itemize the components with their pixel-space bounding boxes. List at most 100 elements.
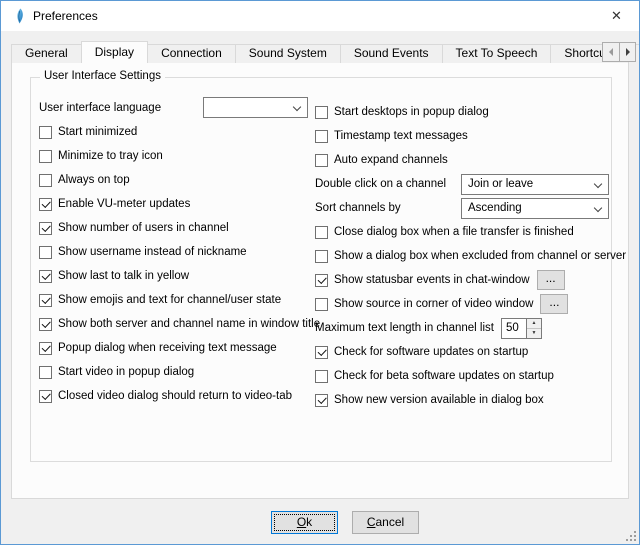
checkbox-closed-video-return[interactable] [39, 390, 52, 403]
row-show-user-count[interactable]: Show number of users in channel [39, 216, 313, 240]
checkbox-show-user-count[interactable] [39, 222, 52, 235]
max-text-length-value[interactable]: 50 [501, 318, 527, 339]
sort-channels-value: Ascending [468, 202, 522, 214]
checkbox-label: Always on top [58, 174, 130, 186]
ok-button-label: Ok [272, 512, 337, 533]
row-username-instead-nickname[interactable]: Show username instead of nickname [39, 240, 313, 264]
checkbox-label: Show both server and channel name in win… [58, 318, 320, 330]
checkbox-label: Show number of users in channel [58, 222, 229, 234]
checkbox-auto-expand[interactable] [315, 154, 328, 167]
row-check-updates[interactable]: Check for software updates on startup [315, 340, 609, 364]
tab-connection[interactable]: Connection [147, 44, 236, 63]
row-server-channel-title[interactable]: Show both server and channel name in win… [39, 312, 313, 336]
row-emojis-text-state[interactable]: Show emojis and text for channel/user st… [39, 288, 313, 312]
language-select[interactable] [203, 97, 308, 118]
statusbar-events-options-button[interactable]: ... [537, 270, 565, 290]
checkbox-excluded-dialog[interactable] [315, 250, 328, 263]
tab-general[interactable]: General [11, 44, 82, 63]
checkbox-close-on-transfer[interactable] [315, 226, 328, 239]
sort-channels-select[interactable]: Ascending [461, 198, 609, 219]
checkbox-label: Show source in corner of video window [334, 298, 533, 310]
max-text-length-label: Maximum text length in channel list [315, 322, 494, 334]
titlebar[interactable]: Preferences ✕ [1, 1, 639, 31]
resize-grip[interactable] [624, 529, 637, 542]
cancel-button[interactable]: Cancel [352, 511, 419, 534]
checkbox-always-on-top[interactable] [39, 174, 52, 187]
checkbox-vu-meter[interactable] [39, 198, 52, 211]
checkbox-timestamp-messages[interactable] [315, 130, 328, 143]
chevron-down-icon [594, 179, 602, 187]
double-click-select[interactable]: Join or leave [461, 174, 609, 195]
row-close-on-transfer[interactable]: Close dialog box when a file transfer is… [315, 220, 609, 244]
checkbox-start-minimized[interactable] [39, 126, 52, 139]
checkbox-label: Check for beta software updates on start… [334, 370, 554, 382]
video-source-options-button[interactable]: ... [540, 294, 568, 314]
checkbox-label: Start minimized [58, 126, 137, 138]
checkbox-video-popup[interactable] [39, 366, 52, 379]
user-interface-settings-group: User Interface Settings User interface l… [30, 77, 612, 462]
checkbox-video-source-corner[interactable] [315, 298, 328, 311]
checkbox-minimize-to-tray[interactable] [39, 150, 52, 163]
spin-buttons: ▲ ▼ [527, 318, 542, 339]
row-new-version-dialog[interactable]: Show new version available in dialog box [315, 388, 609, 412]
window-title: Preferences [33, 9, 98, 23]
row-closed-video-return[interactable]: Closed video dialog should return to vid… [39, 384, 313, 408]
checkbox-check-updates[interactable] [315, 346, 328, 359]
max-text-length-row: Maximum text length in channel list 50 ▲… [315, 316, 609, 340]
tab-sound-events[interactable]: Sound Events [340, 44, 443, 63]
sort-channels-row: Sort channels by Ascending [315, 196, 609, 220]
checkbox-server-channel-title[interactable] [39, 318, 52, 331]
tab-scroll-right-button[interactable] [619, 43, 635, 61]
checkbox-label: Enable VU-meter updates [58, 198, 190, 210]
row-always-on-top[interactable]: Always on top [39, 168, 313, 192]
close-button[interactable]: ✕ [594, 1, 639, 31]
checkbox-check-beta-updates[interactable] [315, 370, 328, 383]
double-click-value: Join or leave [468, 178, 533, 190]
row-popup-text-message[interactable]: Popup dialog when receiving text message [39, 336, 313, 360]
chevron-down-icon [594, 203, 602, 211]
double-click-row: Double click on a channel Join or leave [315, 172, 609, 196]
row-check-beta-updates[interactable]: Check for beta software updates on start… [315, 364, 609, 388]
arrow-left-icon [609, 48, 613, 56]
row-start-minimized[interactable]: Start minimized [39, 120, 313, 144]
right-column: Start desktops in popup dialog Timestamp… [315, 100, 609, 412]
row-statusbar-events[interactable]: Show statusbar events in chat-window ... [315, 268, 609, 292]
left-column: User interface language Start minimized … [39, 96, 313, 408]
row-auto-expand[interactable]: Auto expand channels [315, 148, 609, 172]
row-timestamp-messages[interactable]: Timestamp text messages [315, 124, 609, 148]
tab-scroll-control [602, 42, 636, 62]
checkbox-popup-text-message[interactable] [39, 342, 52, 355]
checkbox-label: Show statusbar events in chat-window [334, 274, 530, 286]
row-excluded-dialog[interactable]: Show a dialog box when excluded from cha… [315, 244, 609, 268]
checkbox-last-to-talk[interactable] [39, 270, 52, 283]
checkbox-label: Timestamp text messages [334, 130, 468, 142]
arrow-right-icon [626, 48, 630, 56]
ok-button[interactable]: Ok [271, 511, 338, 534]
tab-scroll-left-button[interactable] [603, 43, 619, 61]
max-text-length-spinner[interactable]: 50 ▲ ▼ [501, 318, 542, 339]
tab-sound-system[interactable]: Sound System [235, 44, 341, 63]
spin-down-button[interactable]: ▼ [527, 328, 541, 338]
tab-text-to-speech[interactable]: Text To Speech [442, 44, 552, 63]
tab-display[interactable]: Display [81, 41, 148, 63]
language-row: User interface language [39, 96, 313, 120]
checkbox-label: Show a dialog box when excluded from cha… [334, 250, 626, 262]
row-video-source-corner[interactable]: Show source in corner of video window ..… [315, 292, 609, 316]
row-video-popup[interactable]: Start video in popup dialog [39, 360, 313, 384]
checkbox-emojis-text-state[interactable] [39, 294, 52, 307]
checkbox-new-version-dialog[interactable] [315, 394, 328, 407]
row-minimize-to-tray[interactable]: Minimize to tray icon [39, 144, 313, 168]
checkbox-label: Show new version available in dialog box [334, 394, 544, 406]
row-vu-meter[interactable]: Enable VU-meter updates [39, 192, 313, 216]
checkbox-label: Check for software updates on startup [334, 346, 528, 358]
spin-up-button[interactable]: ▲ [527, 319, 541, 328]
checkbox-desktops-popup[interactable] [315, 106, 328, 119]
row-desktops-popup[interactable]: Start desktops in popup dialog [315, 100, 609, 124]
checkbox-label: Closed video dialog should return to vid… [58, 390, 292, 402]
row-last-to-talk[interactable]: Show last to talk in yellow [39, 264, 313, 288]
display-tab-panel: User Interface Settings User interface l… [11, 62, 629, 499]
cancel-button-label: Cancel [353, 512, 418, 533]
checkbox-username-instead-nickname[interactable] [39, 246, 52, 259]
checkbox-statusbar-events[interactable] [315, 274, 328, 287]
group-title: User Interface Settings [40, 70, 165, 82]
